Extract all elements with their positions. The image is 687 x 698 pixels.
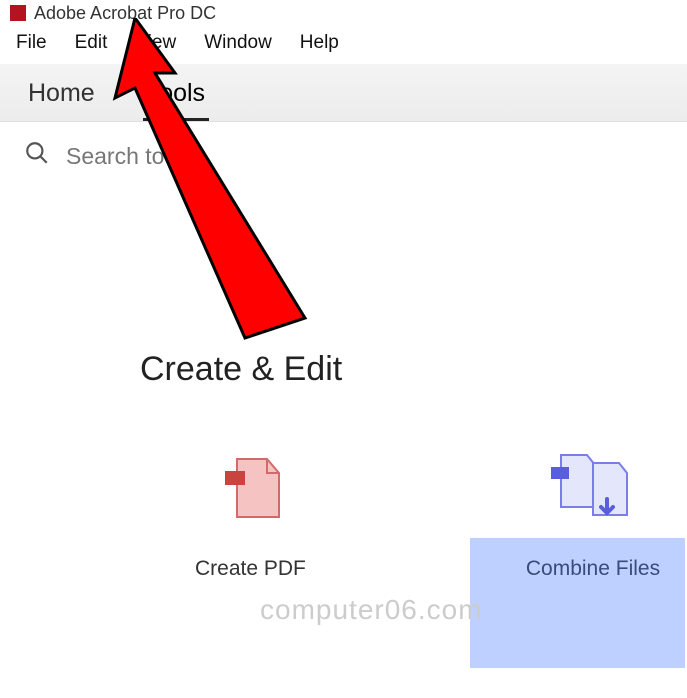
tool-row: Create PDF Combine Files — [0, 389, 687, 581]
tool-label: Combine Files — [526, 557, 660, 581]
menu-view[interactable]: View — [135, 32, 176, 54]
tool-label: Create PDF — [195, 557, 306, 581]
tab-home[interactable]: Home — [24, 65, 99, 120]
watermark: computer06.com — [260, 594, 483, 626]
combine-files-icon — [547, 449, 639, 533]
titlebar: Adobe Acrobat Pro DC — [0, 0, 687, 26]
app-icon — [10, 5, 26, 21]
app-title: Adobe Acrobat Pro DC — [34, 3, 216, 24]
create-pdf-icon — [211, 449, 289, 533]
menu-help[interactable]: Help — [300, 32, 339, 54]
search-icon — [24, 140, 50, 172]
tab-tools[interactable]: Tools — [143, 65, 209, 120]
search-placeholder: Search tools — [66, 143, 194, 170]
menu-file[interactable]: File — [16, 32, 47, 54]
tool-combine-files[interactable]: Combine Files — [526, 449, 660, 581]
search-bar[interactable]: Search tools — [0, 122, 687, 190]
menu-edit[interactable]: Edit — [75, 32, 108, 54]
menubar: File Edit View Window Help — [0, 26, 687, 64]
section-heading: Create & Edit — [0, 330, 687, 389]
tabbar: Home Tools — [0, 64, 687, 122]
menu-window[interactable]: Window — [204, 32, 272, 54]
tool-create-pdf[interactable]: Create PDF — [195, 449, 306, 581]
